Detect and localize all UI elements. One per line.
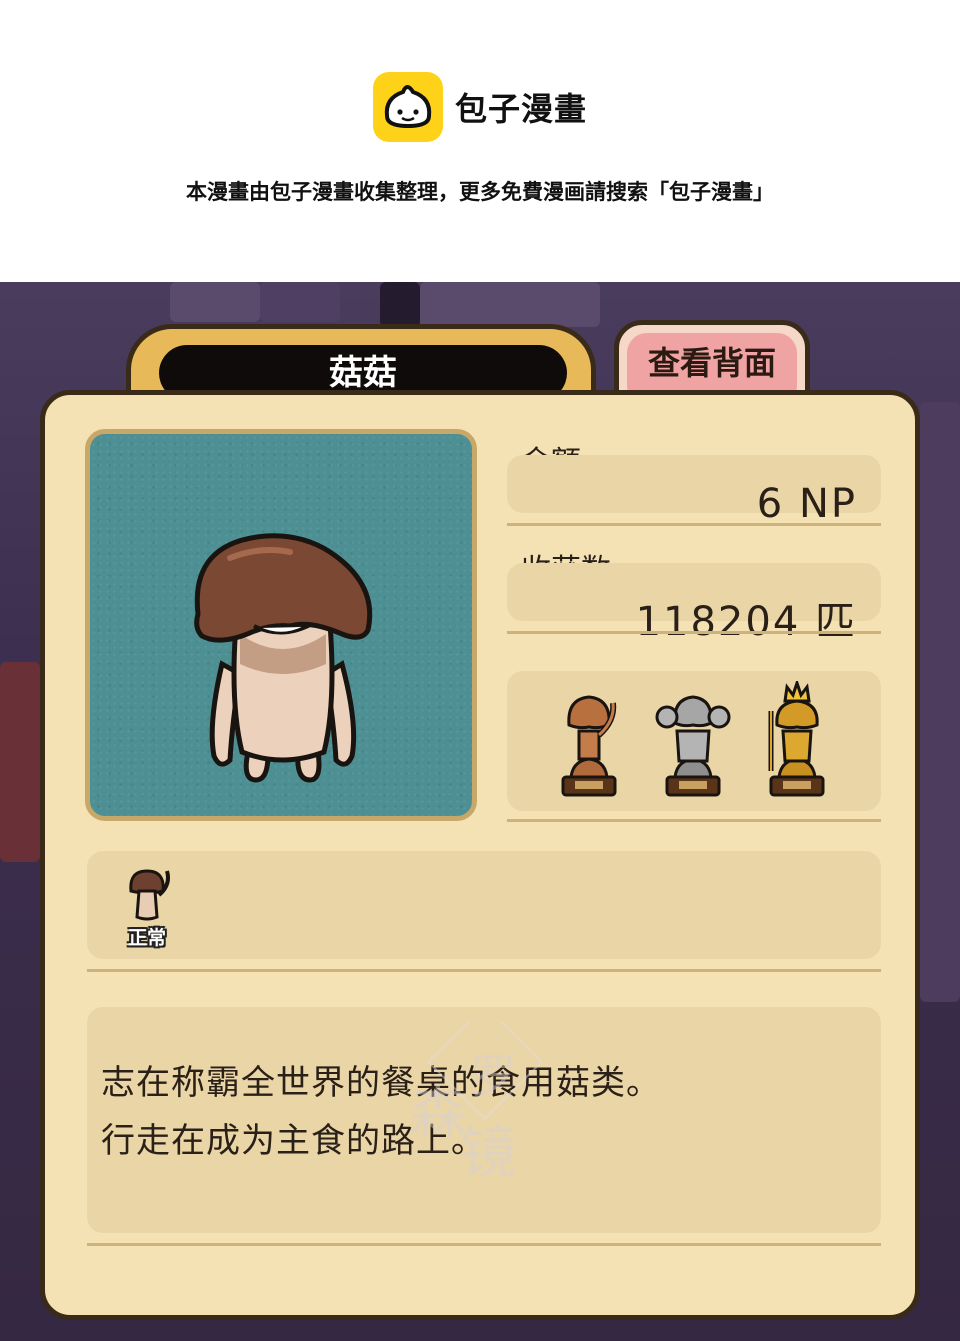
description-divider: [87, 1243, 881, 1246]
trophy-divider: [507, 819, 881, 822]
svg-text:罗: 罗: [470, 1049, 516, 1103]
harvest-divider: [507, 631, 881, 634]
trophy-panel: [507, 671, 881, 811]
svg-text:镜: 镜: [460, 1121, 516, 1182]
background-book: [920, 402, 960, 1002]
bun-logo-icon: [373, 72, 443, 142]
background-shelf: [170, 282, 260, 322]
background-book: [0, 662, 40, 862]
character-portrait: [85, 429, 477, 821]
watermark-logo: 森 罗 镜: [410, 1022, 543, 1182]
header: 包子漫畫 本漫畫由包子漫畫收集整理，更多免費漫画請搜索「包子漫畫」: [0, 0, 960, 282]
money-value: 6 NP: [756, 481, 857, 527]
mushroom-status-icon[interactable]: [117, 865, 177, 925]
background-shelf: [260, 282, 340, 322]
silver-trophy-icon: [655, 695, 731, 797]
back-view-button[interactable]: 查看背面: [627, 333, 797, 393]
game-screen: 菇菇 查看背面 6 NP 118204 匹 正常 志在称霸全世界的餐桌的食用菇类…: [0, 282, 960, 1341]
background-shelf: [380, 282, 420, 327]
status-divider: [87, 969, 881, 972]
status-panel: 正常: [87, 851, 881, 959]
status-label: 正常: [127, 927, 166, 949]
mushroom-character-icon: [194, 533, 373, 783]
svg-text:森: 森: [410, 1081, 466, 1146]
harvest-value: 118204 匹: [635, 599, 857, 645]
bronze-trophy-icon: [561, 695, 617, 797]
source-notice: 本漫畫由包子漫畫收集整理，更多免費漫画請搜索「包子漫畫」: [186, 180, 774, 204]
app-name: 包子漫畫: [455, 90, 588, 128]
background-shelf: [420, 282, 600, 327]
description-line-1: 志在称霸全世界的餐桌的食用菇类。: [101, 1063, 661, 1103]
gold-trophy-icon: [768, 681, 825, 797]
money-divider: [507, 523, 881, 526]
brand-logo[interactable]: 包子漫畫: [373, 72, 587, 142]
